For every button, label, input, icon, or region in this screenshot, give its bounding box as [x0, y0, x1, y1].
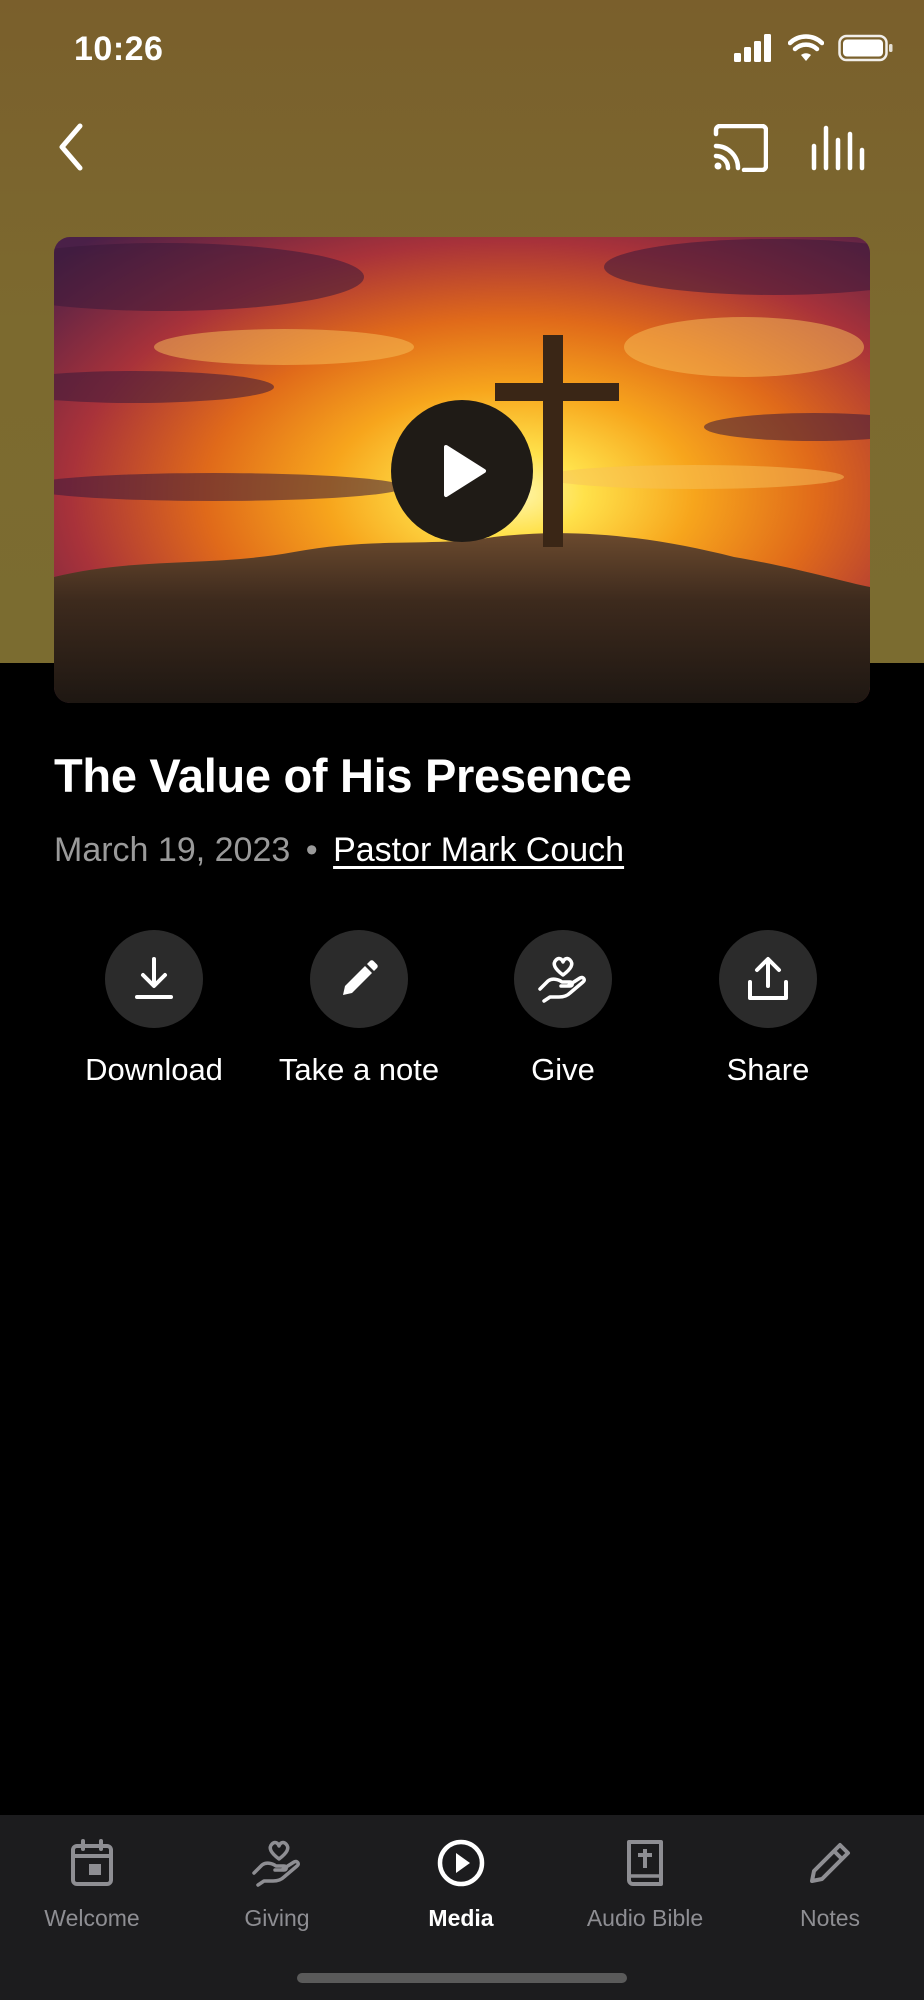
sermon-title: The Value of His Presence [54, 749, 632, 802]
download-button[interactable]: Download [54, 930, 254, 1088]
tab-welcome-label: Welcome [44, 1905, 140, 1931]
tab-welcome[interactable]: Welcome [0, 1835, 184, 1932]
give-button[interactable]: Give [463, 930, 663, 1088]
give-label: Give [531, 1052, 595, 1087]
tab-audio-bible-label: Audio Bible [586, 1905, 704, 1931]
status-icons [734, 34, 894, 67]
take-note-circle[interactable] [310, 930, 408, 1028]
share-label: Share [726, 1052, 810, 1087]
bible-icon [627, 1840, 663, 1886]
sermon-artwork[interactable] [54, 237, 870, 703]
sermon-date: March 19, 2023 [54, 831, 291, 869]
calendar-icon [71, 1839, 113, 1886]
tab-giving[interactable]: Giving [185, 1835, 369, 1932]
download-icon [135, 957, 173, 999]
download-label: Download [85, 1052, 223, 1087]
speaker-link[interactable]: Pastor Mark Couch [333, 831, 624, 869]
battery-icon [838, 34, 894, 67]
give-circle[interactable] [514, 930, 612, 1028]
pencil-icon [810, 1843, 850, 1883]
take-note-label: Take a note [278, 1052, 440, 1087]
share-icon [748, 957, 788, 1000]
sermon-meta: March 19, 2023 • Pastor Mark Couch [54, 831, 624, 870]
take-note-button[interactable]: Take a note [259, 930, 459, 1088]
action-row: Download Take a note Give Share [0, 930, 924, 1100]
pencil-icon [343, 960, 378, 995]
back-icon[interactable] [52, 120, 92, 174]
top-nav [0, 110, 924, 190]
share-button[interactable]: Share [668, 930, 868, 1088]
meta-separator: • [305, 831, 318, 869]
tab-notes[interactable]: Notes [738, 1835, 922, 1932]
tab-media-label: Media [428, 1905, 494, 1931]
tab-media[interactable]: Media [369, 1835, 553, 1932]
cellular-signal-icon [734, 34, 774, 67]
tab-audio-bible[interactable]: Audio Bible [553, 1835, 737, 1932]
play-icon [444, 445, 486, 497]
play-circle-icon [437, 1839, 485, 1887]
wifi-icon [787, 34, 825, 67]
tab-notes-label: Notes [799, 1905, 861, 1931]
giving-hand-icon [538, 956, 586, 1003]
tab-giving-label: Giving [244, 1905, 310, 1931]
share-circle[interactable] [719, 930, 817, 1028]
download-circle[interactable] [105, 930, 203, 1028]
home-indicator [297, 1973, 627, 1983]
cast-icon[interactable] [712, 123, 769, 173]
status-time: 10:26 [74, 30, 164, 68]
play-button[interactable] [391, 400, 533, 542]
giving-hand-icon [252, 1840, 300, 1887]
equalizer-icon[interactable] [810, 124, 868, 172]
status-bar: 10:26 [0, 0, 924, 100]
